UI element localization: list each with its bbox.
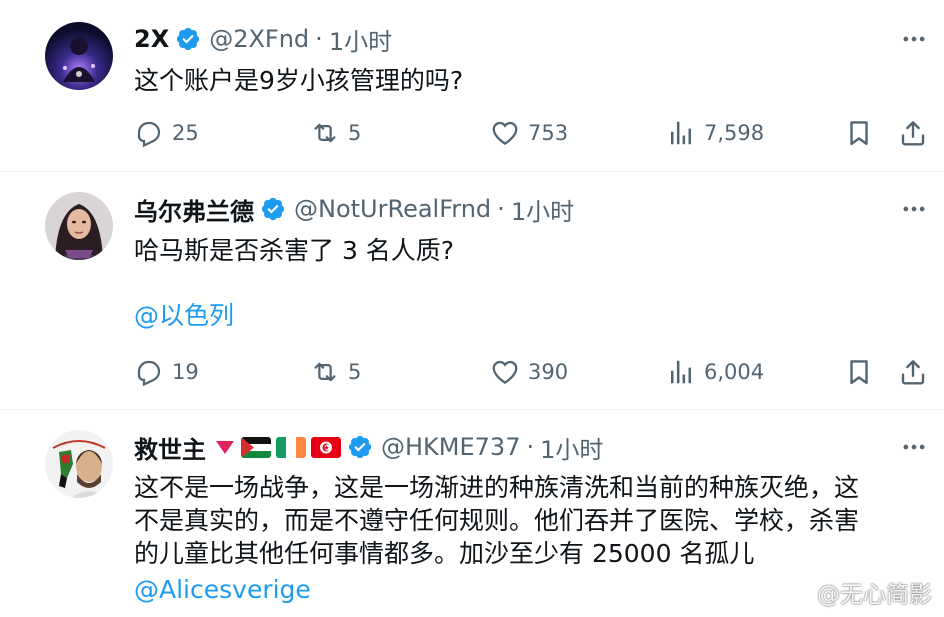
- palestine-flag-icon: [241, 436, 271, 458]
- avatar[interactable]: [45, 430, 113, 498]
- like-count: 753: [528, 121, 569, 145]
- retweet-count: 5: [348, 360, 362, 384]
- watermark-text: @无心简影: [817, 582, 932, 608]
- tweet-header: 2X @2XFnd · 1小时: [134, 22, 392, 56]
- tweet[interactable]: 2X @2XFnd · 1小时 这个账户是9岁小孩管理的吗? 25 5 753 …: [0, 0, 944, 172]
- heart-icon: [492, 360, 518, 384]
- verified-badge-icon: [175, 26, 201, 52]
- tweet-text-line: 这不是一场战争，这是一场渐进的种族清洗和当前的种族灭绝，这: [134, 473, 860, 502]
- weibo-watermark: @无心简影: [779, 575, 932, 609]
- more-options-icon[interactable]: [900, 25, 928, 53]
- more-options-icon[interactable]: [900, 195, 928, 223]
- retweet-icon: [314, 362, 336, 382]
- mention-link[interactable]: @以色列: [134, 299, 234, 332]
- weibo-logo-icon: [781, 582, 810, 604]
- views-button[interactable]: 7,598: [666, 116, 764, 150]
- view-count: 7,598: [704, 121, 765, 145]
- reply-button[interactable]: 19: [134, 355, 199, 389]
- share-button[interactable]: [898, 116, 928, 150]
- display-name[interactable]: 救世主: [134, 430, 206, 465]
- user-handle[interactable]: @2XFnd: [209, 25, 309, 53]
- tweet-text: 这个账户是9岁小孩管理的吗?: [134, 66, 464, 95]
- verified-badge-icon: [347, 434, 373, 460]
- reply-count: 25: [172, 121, 199, 145]
- bookmark-icon: [850, 121, 868, 146]
- tweet-text-line: 的儿童比其他任何事情都多。加沙至少有 25000 名孤儿: [134, 539, 755, 568]
- share-icon: [901, 360, 925, 385]
- avatar[interactable]: [45, 22, 113, 90]
- tweet-text-line: 不是真实的，而是不遵守任何规则。他们吞并了医院、学校，杀害: [134, 506, 860, 535]
- tweet-header: 乌尔弗兰德 @NotUrRealFrnd · 1小时: [134, 192, 574, 226]
- red-triangle-icon: [214, 437, 236, 457]
- tweet-header: 救世主 @HKME737 · 1小时: [134, 430, 603, 464]
- view-count: 6,004: [704, 360, 765, 384]
- heart-icon: [492, 121, 518, 145]
- bookmark-icon: [850, 360, 868, 385]
- reply-button[interactable]: 25: [134, 116, 199, 150]
- bookmark-button[interactable]: [844, 355, 874, 389]
- share-button[interactable]: [898, 355, 928, 389]
- avatar[interactable]: [45, 192, 113, 260]
- like-button[interactable]: 390: [490, 355, 568, 389]
- tweet-text: 哈马斯是否杀害了 3 名人质?: [134, 236, 455, 265]
- separator-dot: ·: [526, 433, 535, 461]
- timestamp[interactable]: 1小时: [511, 192, 574, 227]
- ireland-flag-icon: [276, 436, 306, 458]
- retweet-button[interactable]: 5: [310, 355, 361, 389]
- timestamp[interactable]: 1小时: [540, 430, 603, 465]
- tweet-text: 这不是一场战争，这是一场渐进的种族清洗和当前的种族灭绝，这 不是真实的，而是不遵…: [134, 471, 914, 570]
- analytics-icon: [671, 360, 691, 384]
- like-count: 390: [528, 360, 569, 384]
- views-button[interactable]: 6,004: [666, 355, 764, 389]
- retweet-icon: [314, 123, 336, 143]
- tweet-actions: 19 5 390 6,004: [134, 355, 928, 389]
- bookmark-button[interactable]: [844, 116, 874, 150]
- separator-dot: ·: [497, 195, 505, 223]
- tunisia-flag-icon: [311, 436, 341, 458]
- reply-icon: [137, 360, 161, 387]
- analytics-icon: [671, 121, 691, 145]
- tweet[interactable]: 乌尔弗兰德 @NotUrRealFrnd · 1小时 哈马斯是否杀害了 3 名人…: [0, 172, 944, 410]
- user-handle[interactable]: @HKME737: [381, 433, 520, 461]
- more-options-icon[interactable]: [900, 433, 928, 461]
- retweet-count: 5: [348, 121, 362, 145]
- share-icon: [901, 121, 925, 146]
- retweet-button[interactable]: 5: [310, 116, 361, 150]
- user-handle[interactable]: @NotUrRealFrnd: [294, 195, 491, 223]
- reply-icon: [137, 121, 161, 148]
- display-name[interactable]: 2X: [134, 25, 169, 53]
- mention-link[interactable]: @Alicesverige: [134, 573, 311, 606]
- separator-dot: ·: [315, 25, 323, 53]
- verified-badge-icon: [260, 196, 286, 222]
- display-name[interactable]: 乌尔弗兰德: [134, 192, 254, 227]
- reply-count: 19: [172, 360, 199, 384]
- like-button[interactable]: 753: [490, 116, 568, 150]
- tweet-actions: 25 5 753 7,598: [134, 116, 928, 150]
- timestamp[interactable]: 1小时: [329, 22, 392, 57]
